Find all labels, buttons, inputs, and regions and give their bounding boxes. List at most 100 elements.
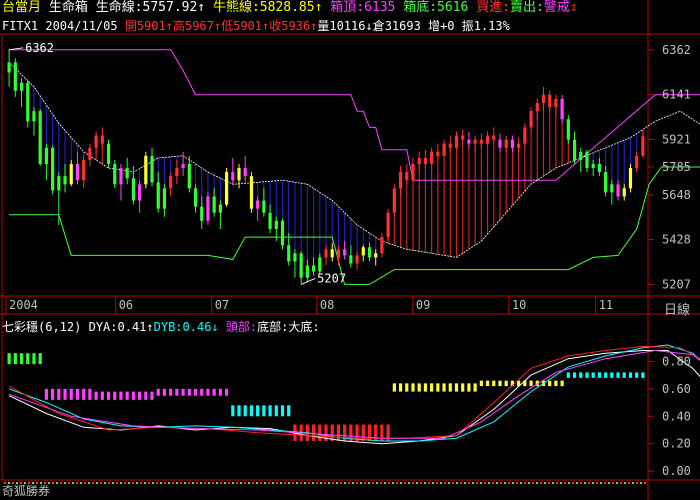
candle-body bbox=[579, 151, 583, 160]
indicator-bar bbox=[131, 391, 135, 400]
baseline-dot bbox=[248, 482, 250, 484]
life-line-label: 生命線:5757.92↑ bbox=[95, 0, 206, 15]
candle-body bbox=[311, 265, 316, 272]
indicator-bar bbox=[212, 388, 216, 396]
candle-body bbox=[200, 206, 204, 221]
indicator-bar bbox=[641, 372, 645, 378]
candle-body bbox=[100, 135, 104, 144]
baseline-dot bbox=[344, 482, 346, 484]
indicator-bar bbox=[442, 383, 446, 392]
baseline-dot bbox=[292, 482, 294, 484]
baseline-dot bbox=[492, 482, 494, 484]
contract-name: 台當月 bbox=[2, 0, 42, 15]
baseline-dot bbox=[592, 482, 594, 484]
baseline-dot bbox=[628, 482, 630, 484]
indicator-bar bbox=[622, 372, 626, 378]
indicator-bar bbox=[113, 391, 117, 400]
top-label: 頭部: bbox=[225, 320, 258, 334]
baseline-dot bbox=[224, 482, 226, 484]
candle-body bbox=[560, 98, 564, 120]
date-tick-label: 10 bbox=[512, 298, 526, 312]
indicator-bar bbox=[106, 391, 111, 400]
indicator-bar bbox=[405, 383, 409, 392]
baseline-dot bbox=[580, 482, 582, 484]
baseline-dot bbox=[244, 482, 246, 484]
indicator-bar bbox=[218, 388, 222, 396]
baseline-dot bbox=[304, 482, 306, 484]
indicator-bar bbox=[156, 388, 160, 396]
indicator-bar bbox=[125, 391, 129, 400]
alert-arrow-icon[interactable]: ⇕ bbox=[570, 0, 578, 15]
baseline-dot bbox=[360, 482, 362, 484]
baseline-dot bbox=[604, 482, 606, 484]
header-line-2: FITX1 2004/11/05 開5901↑高5967↑低5901↑收5936… bbox=[2, 19, 510, 33]
baseline-dot bbox=[364, 482, 366, 484]
buy-label: 買進: bbox=[476, 0, 511, 15]
candle-body bbox=[467, 139, 471, 144]
baseline-dot bbox=[340, 482, 342, 484]
baseline-dot bbox=[164, 482, 166, 484]
baseline-dot bbox=[216, 482, 218, 484]
baseline-dot bbox=[108, 482, 110, 484]
baseline-dot bbox=[440, 482, 442, 484]
baseline-dot bbox=[372, 482, 374, 484]
baseline-dot bbox=[532, 482, 534, 484]
candle-body bbox=[175, 168, 179, 177]
candle-body bbox=[535, 103, 539, 112]
candle-body bbox=[44, 147, 48, 164]
indicator-bar bbox=[485, 380, 490, 387]
box-top-label: 箱頂:6135 bbox=[330, 0, 396, 15]
high-price: 高5967↑ bbox=[172, 19, 222, 33]
baseline-dot bbox=[584, 482, 586, 484]
indicator-bar bbox=[504, 380, 508, 387]
baseline-dot bbox=[56, 482, 58, 484]
candle-body bbox=[504, 139, 508, 148]
indicator-bar bbox=[231, 405, 235, 417]
indicator-bar bbox=[256, 405, 260, 417]
baseline-dot bbox=[320, 482, 322, 484]
candle-body bbox=[485, 135, 490, 144]
baseline-dot bbox=[148, 482, 150, 484]
baseline-dot bbox=[312, 482, 314, 484]
price-tick-label: 5648 bbox=[662, 188, 691, 202]
baseline-dot bbox=[88, 482, 90, 484]
candle-body bbox=[280, 220, 285, 246]
baseline-dot bbox=[376, 482, 378, 484]
candle-body bbox=[106, 143, 111, 164]
indicator-bar bbox=[88, 388, 92, 400]
bottom-label: 底部: bbox=[257, 320, 289, 334]
indicator-bar bbox=[498, 380, 502, 387]
baseline-dot bbox=[468, 482, 470, 484]
baseline-dot bbox=[596, 482, 598, 484]
candle-body bbox=[498, 139, 502, 148]
candle-body bbox=[287, 245, 291, 262]
candle-body bbox=[293, 253, 297, 262]
baseline-dot bbox=[424, 482, 426, 484]
candle-body bbox=[554, 98, 558, 108]
baseline-dot bbox=[544, 482, 546, 484]
baseline-dot bbox=[308, 482, 310, 484]
baseline-dot bbox=[60, 482, 62, 484]
candle-body bbox=[628, 168, 633, 189]
box-bottom-line bbox=[9, 166, 700, 285]
price-tick-label: 6362 bbox=[662, 43, 691, 57]
baseline-dot bbox=[172, 482, 174, 484]
indicator-bar bbox=[473, 383, 477, 392]
baseline-dot bbox=[404, 482, 406, 484]
candle-body bbox=[113, 163, 117, 185]
timeframe-label[interactable]: 日線 bbox=[664, 299, 690, 318]
baseline-dot bbox=[256, 482, 258, 484]
baseline-dot bbox=[236, 482, 238, 484]
chart-canvas: 6362 6141 5921 5785 5648 5428 5207 2004 06 07 08 09… bbox=[0, 0, 700, 500]
baseline-dot bbox=[196, 482, 198, 484]
price-annotation: 6362 bbox=[25, 41, 54, 55]
baseline-dot bbox=[448, 482, 450, 484]
candle-body bbox=[144, 155, 148, 185]
candle-body bbox=[162, 188, 167, 209]
date-tick-label: 2004 bbox=[9, 298, 38, 312]
baseline-dot bbox=[212, 482, 214, 484]
alert-label: 警戒 bbox=[543, 0, 570, 15]
baseline-dot bbox=[456, 482, 458, 484]
indicator-bar bbox=[44, 388, 48, 400]
indicator-bar bbox=[436, 383, 440, 392]
